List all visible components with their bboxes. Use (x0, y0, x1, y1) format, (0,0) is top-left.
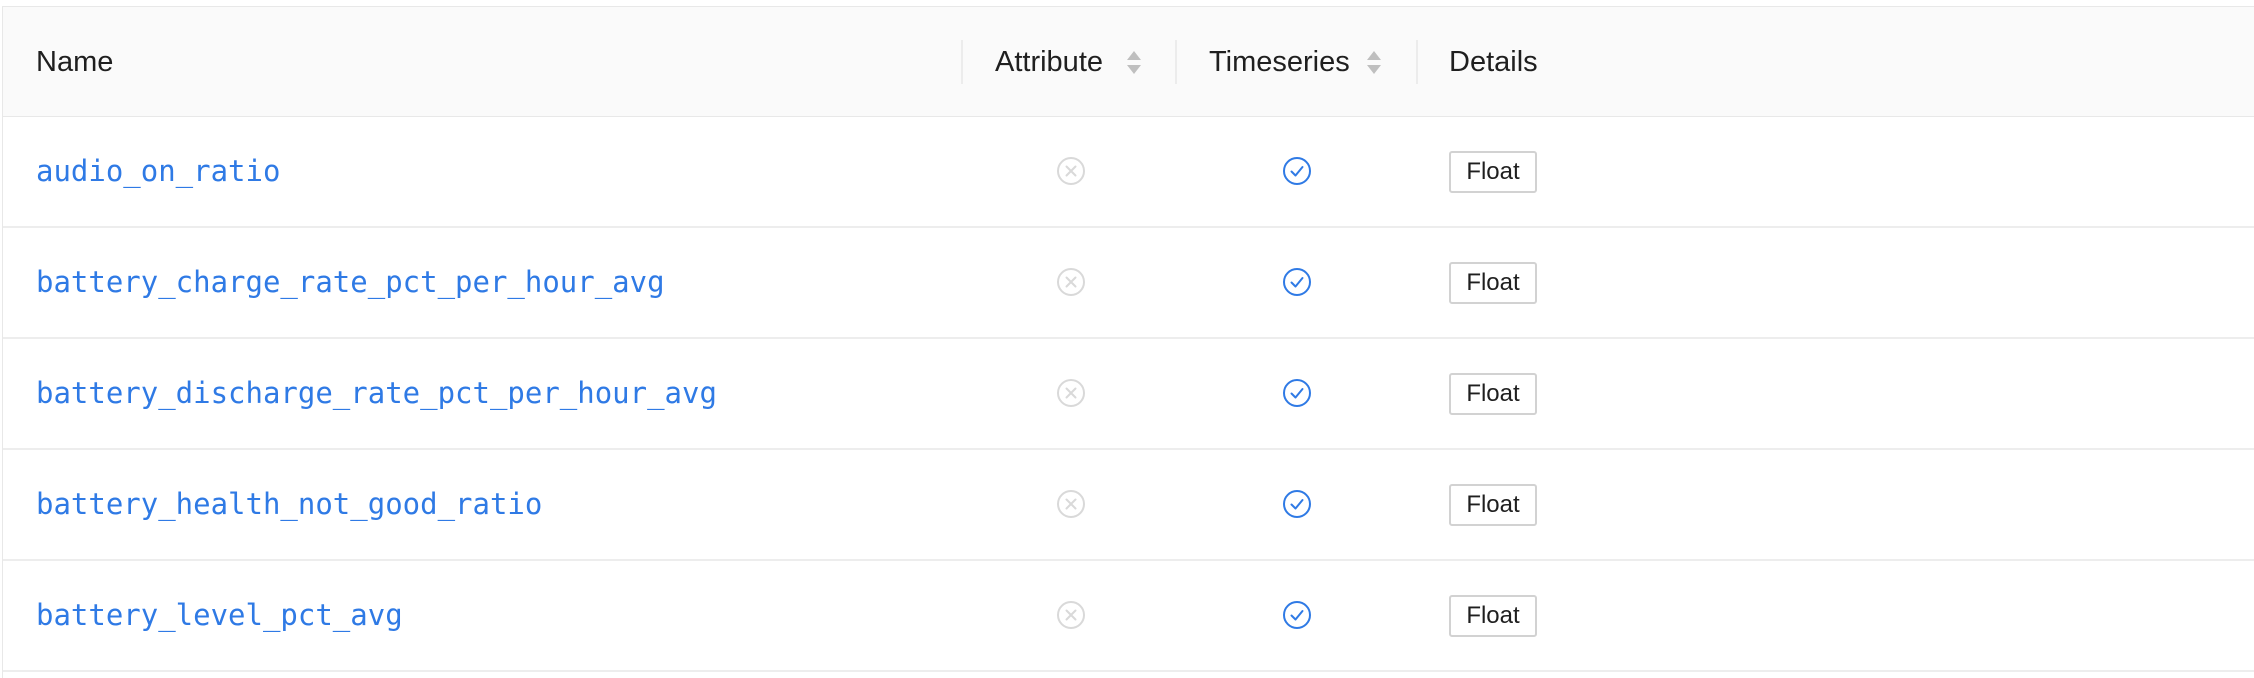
type-tag: Float (1449, 262, 1537, 304)
metrics-table: Name Attribute Timeseries Details audio_… (2, 6, 2254, 678)
check-circle-icon (1283, 490, 1311, 518)
column-header-attribute[interactable]: Attribute (995, 7, 1103, 117)
check-circle-icon (1283, 379, 1311, 407)
type-tag: Float (1449, 484, 1537, 526)
type-tag: Float (1449, 595, 1537, 637)
column-separator (1175, 40, 1177, 84)
metric-name-link[interactable]: battery_health_not_good_ratio (36, 450, 542, 559)
table-row: battery_health_not_good_ratio Float (3, 450, 2254, 561)
type-tag: Float (1449, 151, 1537, 193)
table-row: battery_discharge_rate_pct_per_hour_avg … (3, 339, 2254, 450)
check-circle-icon (1283, 601, 1311, 629)
column-separator (1416, 40, 1418, 84)
column-header-timeseries[interactable]: Timeseries (1209, 7, 1350, 117)
table-header: Name Attribute Timeseries Details (3, 7, 2254, 117)
sort-icon[interactable] (1125, 49, 1143, 77)
type-tag: Float (1449, 373, 1537, 415)
column-header-details: Details (1449, 46, 1538, 78)
check-circle-icon (1283, 268, 1311, 296)
x-circle-icon (1057, 490, 1085, 518)
check-circle-icon (1283, 157, 1311, 185)
sort-icon[interactable] (1365, 49, 1383, 77)
table-row: battery_charge_rate_pct_per_hour_avg Flo… (3, 228, 2254, 339)
x-circle-icon (1057, 157, 1085, 185)
metric-name-link[interactable]: audio_on_ratio (36, 117, 280, 226)
column-header-name: Name (36, 46, 114, 78)
x-circle-icon (1057, 268, 1085, 296)
metric-name-link[interactable]: battery_level_pct_avg (36, 561, 403, 670)
metric-name-link[interactable]: battery_charge_rate_pct_per_hour_avg (36, 228, 665, 337)
x-circle-icon (1057, 379, 1085, 407)
table-row: audio_on_ratio Float (3, 117, 2254, 228)
table-row: battery_level_pct_avg Float (3, 561, 2254, 672)
column-separator (961, 40, 963, 84)
metric-name-link[interactable]: battery_discharge_rate_pct_per_hour_avg (36, 339, 717, 448)
x-circle-icon (1057, 601, 1085, 629)
